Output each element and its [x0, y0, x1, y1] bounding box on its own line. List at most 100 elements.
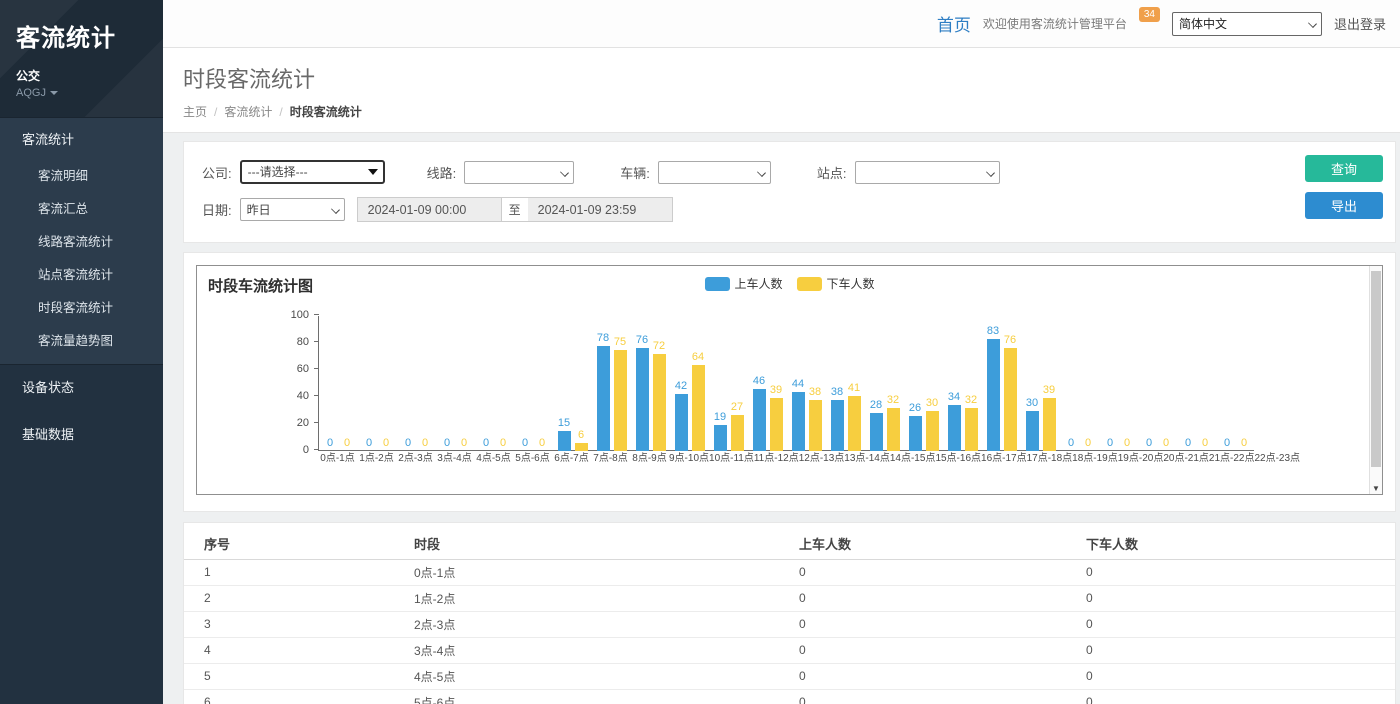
sidebar-subitem[interactable]: 线路客流统计 — [0, 224, 163, 257]
line-select[interactable] — [464, 161, 574, 184]
bar-value-label: 0 — [1163, 437, 1169, 449]
bar-column: 19 — [714, 411, 727, 451]
table-cell: 0 — [1086, 559, 1395, 585]
legend-item[interactable]: 上车人数 — [704, 275, 782, 292]
language-select[interactable]: 简体中文 — [1172, 12, 1322, 36]
scrollbar-thumb[interactable] — [1371, 271, 1381, 467]
breadcrumb-item[interactable]: 主页 — [183, 103, 207, 120]
sidebar-item[interactable]: 设备状态 — [0, 365, 163, 408]
bar[interactable] — [831, 400, 844, 451]
x-axis-tick-label: 22点-23点 — [1254, 451, 1300, 466]
x-axis-tick-label: 19点-20点 — [1118, 451, 1164, 466]
table-row[interactable]: 21点-2点00 — [184, 585, 1395, 611]
sidebar-subitem[interactable]: 站点客流统计 — [0, 257, 163, 290]
table-cell: 5点-6点 — [414, 689, 799, 704]
y-axis-tick-mark — [314, 341, 319, 342]
sidebar-subitem[interactable]: 时段客流统计 — [0, 290, 163, 323]
export-button[interactable]: 导出 — [1305, 192, 1383, 219]
brand-org-code[interactable]: AQGJ — [16, 87, 147, 99]
breadcrumb-item[interactable]: 时段客流统计 — [290, 103, 362, 120]
company-select[interactable]: ---请选择--- — [240, 160, 385, 184]
bar-group: 00 — [319, 316, 358, 451]
bar-value-label: 64 — [692, 351, 704, 363]
filter-row-2: 日期: 昨日 2024-01-09 00:00 至 2024-01-09 23:… — [202, 197, 1379, 222]
table-cell: 0 — [1086, 663, 1395, 689]
bar[interactable] — [731, 415, 744, 451]
table-row[interactable]: 10点-1点00 — [184, 559, 1395, 585]
bar-value-label: 38 — [831, 386, 843, 398]
logout-link[interactable]: 退出登录 — [1334, 14, 1386, 33]
line-label: 线路: — [427, 163, 457, 182]
bar[interactable] — [792, 392, 805, 451]
bar-group: 7672 — [631, 316, 670, 451]
bar[interactable] — [653, 354, 666, 451]
y-axis-tick-label: 80 — [275, 336, 309, 348]
bar[interactable] — [887, 408, 900, 451]
bar[interactable] — [753, 389, 766, 451]
bar-value-label: 41 — [848, 382, 860, 394]
bar-value-label: 0 — [405, 437, 411, 449]
sidebar-subitem[interactable]: 客流汇总 — [0, 191, 163, 224]
bar[interactable] — [770, 398, 783, 451]
bar-column: 0 — [536, 437, 549, 451]
breadcrumb-separator: / — [214, 105, 217, 119]
bar-value-label: 76 — [1004, 334, 1016, 346]
x-axis-tick-label: 9点-10点 — [669, 451, 709, 466]
date-from-input[interactable]: 2024-01-09 00:00 — [357, 197, 502, 222]
bar[interactable] — [614, 350, 627, 451]
bar[interactable] — [558, 431, 571, 451]
chart-scrollbar[interactable]: ▼ — [1369, 266, 1382, 494]
breadcrumb-item[interactable]: 客流统计 — [224, 103, 272, 120]
sidebar-subitem[interactable]: 客流量趋势图 — [0, 323, 163, 356]
bar[interactable] — [636, 348, 649, 451]
bar[interactable] — [597, 346, 610, 451]
bar[interactable] — [714, 425, 727, 451]
home-link[interactable]: 首页 — [937, 11, 971, 36]
table-row[interactable]: 65点-6点00 — [184, 689, 1395, 704]
notification-badge[interactable]: 34 — [1139, 7, 1160, 22]
x-axis-tick-label: 4点-5点 — [474, 451, 513, 466]
data-table: 序号时段上车人数下车人数 10点-1点0021点-2点0032点-3点0043点… — [184, 529, 1395, 704]
bar[interactable] — [1004, 348, 1017, 451]
vehicle-select[interactable] — [658, 161, 771, 184]
app-title: 客流统计 — [16, 18, 147, 53]
bar-value-label: 0 — [1068, 437, 1074, 449]
table-row[interactable]: 43点-4点00 — [184, 637, 1395, 663]
table-row[interactable]: 54点-5点00 — [184, 663, 1395, 689]
bar[interactable] — [1026, 411, 1039, 452]
bar[interactable] — [692, 365, 705, 451]
bar[interactable] — [909, 416, 922, 451]
x-axis-tick-label: 10点-11点 — [709, 451, 754, 466]
bar-column: 0 — [1182, 437, 1195, 451]
x-axis-tick-label: 5点-6点 — [513, 451, 552, 466]
bar[interactable] — [870, 413, 883, 451]
bar[interactable] — [1043, 398, 1056, 451]
bar[interactable] — [965, 408, 978, 451]
scrollbar-down-arrow-icon[interactable]: ▼ — [1370, 484, 1382, 493]
bar-group: 4639 — [748, 316, 787, 451]
station-select[interactable] — [855, 161, 1000, 184]
brand-org: 公交 — [16, 67, 147, 84]
bar-column: 39 — [770, 384, 783, 451]
bar-value-label: 0 — [1107, 437, 1113, 449]
brand-area: 客流统计 公交 AQGJ — [0, 0, 163, 117]
date-to-input[interactable]: 2024-01-09 23:59 — [528, 197, 673, 222]
bar[interactable] — [926, 411, 939, 452]
bar[interactable] — [848, 396, 861, 451]
bar[interactable] — [575, 443, 588, 451]
sidebar-subitem[interactable]: 客流明细 — [0, 158, 163, 191]
sidebar-item[interactable]: 基础数据 — [0, 412, 163, 455]
chart-container: 时段车流统计图 上车人数下车人数 00000000000015678757672… — [196, 265, 1383, 495]
table-row[interactable]: 32点-3点00 — [184, 611, 1395, 637]
bar[interactable] — [809, 400, 822, 451]
legend-item[interactable]: 下车人数 — [797, 275, 875, 292]
sidebar-item-passenger-stats[interactable]: 客流统计 — [0, 118, 163, 158]
bar[interactable] — [948, 405, 961, 451]
bar[interactable] — [675, 394, 688, 451]
bar[interactable] — [987, 339, 1000, 451]
bar-column: 0 — [519, 437, 532, 451]
date-preset-select[interactable]: 昨日 — [240, 198, 345, 221]
bar-column: 0 — [1121, 437, 1134, 451]
topbar: 首页 欢迎使用客流统计管理平台 34 简体中文 退出登录 — [163, 0, 1400, 48]
query-button[interactable]: 查询 — [1305, 155, 1383, 182]
